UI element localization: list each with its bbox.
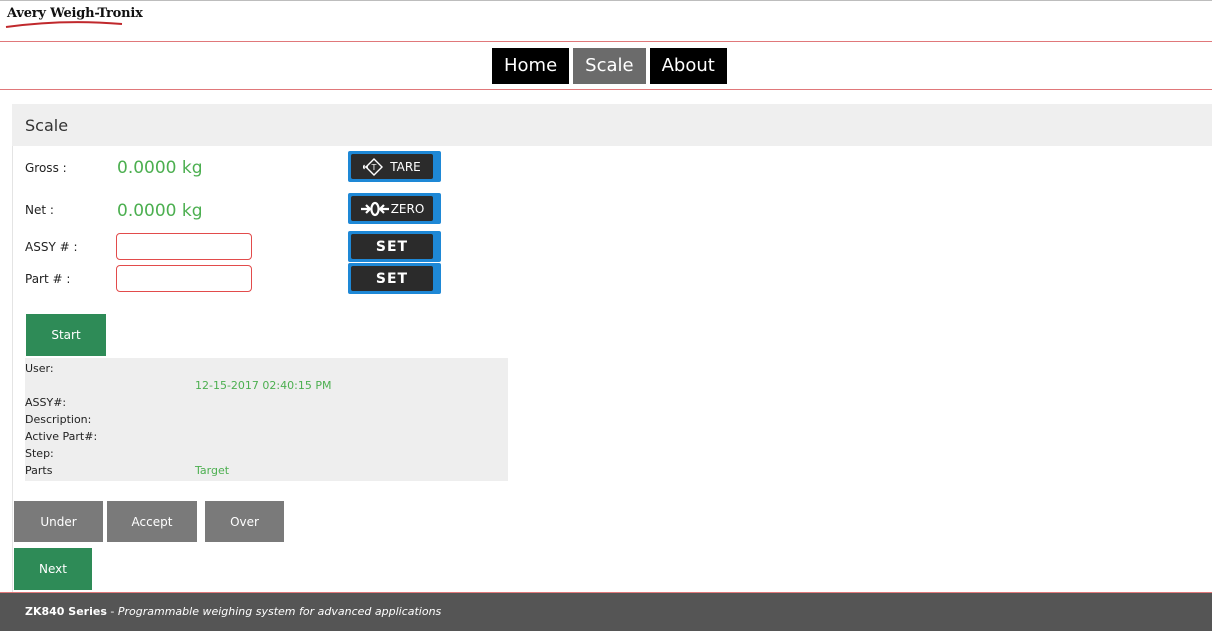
- nav-about[interactable]: About: [649, 48, 727, 84]
- over-button[interactable]: Over: [205, 501, 284, 542]
- nav-home[interactable]: Home: [492, 48, 570, 84]
- part-label: Part # :: [25, 272, 71, 286]
- job-info-panel: User: 12-15-2017 02:40:15 PM ASSY#: Desc…: [25, 358, 508, 481]
- set-part-button[interactable]: SET: [348, 263, 441, 294]
- panel-title: Scale: [25, 116, 69, 135]
- panel-edge: [12, 104, 13, 592]
- brand-swoosh-icon: [5, 21, 123, 28]
- nav-divider: [0, 89, 1212, 90]
- under-button[interactable]: Under: [14, 501, 103, 542]
- tare-button[interactable]: T TARE: [348, 151, 441, 182]
- footer: ZK840 Series - Programmable weighing sys…: [0, 592, 1212, 631]
- brand-logo: Avery Weigh-Tronix: [7, 6, 143, 21]
- net-value: 0.0000 kg: [117, 201, 203, 221]
- description-label: Description:: [25, 413, 92, 426]
- set-part-label: SET: [375, 270, 409, 287]
- nav-scale[interactable]: Scale: [573, 48, 646, 84]
- main-nav: Home Scale About: [492, 48, 727, 84]
- footer-series: ZK840 Series: [25, 605, 107, 618]
- footer-separator: -: [106, 605, 118, 618]
- assy-label: ASSY # :: [25, 240, 78, 254]
- gross-label: Gross :: [25, 161, 67, 175]
- svg-text:T: T: [371, 163, 377, 172]
- footer-tagline: Programmable weighing system for advance…: [117, 605, 442, 618]
- header-divider: [0, 41, 1212, 42]
- target-label: Target: [195, 464, 230, 477]
- accept-button[interactable]: Accept: [107, 501, 197, 542]
- info-assy-label: ASSY#:: [25, 396, 67, 409]
- active-part-label: Active Part#:: [25, 430, 98, 443]
- footer-text: ZK840 Series - Programmable weighing sys…: [25, 605, 441, 618]
- gross-value: 0.0000 kg: [117, 158, 203, 178]
- top-border: [0, 0, 1212, 1]
- part-input[interactable]: [116, 265, 252, 292]
- user-label: User:: [25, 362, 54, 375]
- set-assy-button[interactable]: SET: [348, 231, 441, 262]
- set-assy-label: SET: [375, 238, 409, 255]
- zero-icon: [360, 201, 389, 216]
- start-button[interactable]: Start: [26, 314, 106, 356]
- zero-label: ZERO: [390, 201, 425, 216]
- step-label: Step:: [25, 447, 54, 460]
- assy-input[interactable]: [116, 233, 252, 260]
- zero-button[interactable]: ZERO: [348, 193, 441, 224]
- parts-label: Parts: [25, 464, 53, 477]
- timestamp: 12-15-2017 02:40:15 PM: [195, 379, 332, 392]
- net-label: Net :: [25, 203, 54, 217]
- next-button[interactable]: Next: [14, 548, 92, 590]
- tare-icon: T: [363, 157, 384, 176]
- panel-header: Scale: [12, 104, 1212, 146]
- tare-label: TARE: [390, 159, 421, 174]
